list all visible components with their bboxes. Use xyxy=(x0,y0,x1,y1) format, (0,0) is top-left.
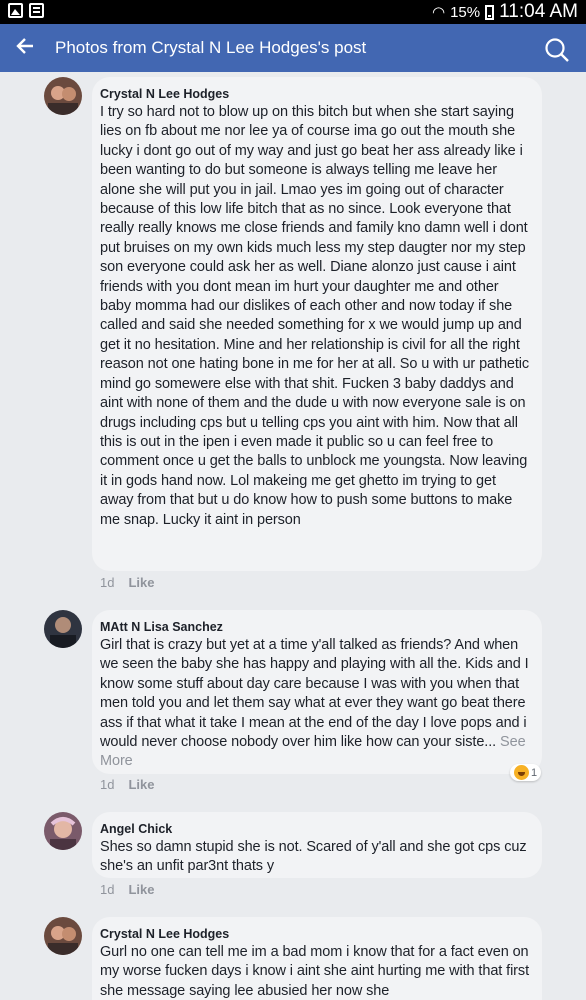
comment-time: 1d xyxy=(100,575,115,590)
comment-text: Gurl no one can tell me im a bad mom i k… xyxy=(100,944,529,999)
avatar[interactable] xyxy=(44,917,82,955)
battery-percent: 15% xyxy=(450,3,481,21)
comment-text: Girl that is crazy but yet at a time y'a… xyxy=(100,637,529,770)
reaction-count: 1 xyxy=(531,766,538,779)
wifi-icon: ◠ xyxy=(432,4,446,21)
gallery-notification-icon xyxy=(8,3,23,18)
comment-actions: 1d Like xyxy=(100,882,154,897)
comment-actions: 1d Like xyxy=(100,777,154,792)
like-button[interactable]: Like xyxy=(128,777,154,792)
back-arrow-icon[interactable] xyxy=(16,36,34,60)
comment-actions: 1d Like xyxy=(100,575,154,590)
comment-text: Shes so damn stupid she is not. Scared o… xyxy=(100,839,527,875)
haha-emoji-icon xyxy=(514,765,529,780)
comment-time: 1d xyxy=(100,882,115,897)
comments-list: Crystal N Lee Hodges I try so hard not t… xyxy=(0,72,586,1000)
comment-text: I try so hard not to blow up on this bit… xyxy=(100,104,530,528)
avatar[interactable] xyxy=(44,610,82,648)
battery-icon xyxy=(485,4,495,20)
avatar[interactable] xyxy=(44,812,82,850)
search-icon[interactable] xyxy=(544,37,570,63)
app-bar: Photos from Crystal N Lee Hodges's post xyxy=(0,24,586,72)
page-title: Photos from Crystal N Lee Hodges's post xyxy=(55,38,367,57)
like-button[interactable]: Like xyxy=(128,575,154,590)
comment-author[interactable]: Crystal N Lee Hodges xyxy=(100,87,532,102)
comment-time: 1d xyxy=(100,777,115,792)
comment-author[interactable]: MAtt N Lisa Sanchez xyxy=(100,620,532,635)
comment-bubble: MAtt N Lisa Sanchez Girl that is crazy b… xyxy=(92,610,542,774)
like-button[interactable]: Like xyxy=(128,882,154,897)
comment-bubble: Angel Chick Shes so damn stupid she is n… xyxy=(92,812,542,878)
avatar[interactable] xyxy=(44,77,82,115)
comment-author[interactable]: Crystal N Lee Hodges xyxy=(100,927,532,942)
notification-icons xyxy=(8,3,44,18)
reaction-summary[interactable]: 1 xyxy=(510,764,542,781)
comment-bubble: Crystal N Lee Hodges Gurl no one can tel… xyxy=(92,917,542,1000)
comment-bubble: Crystal N Lee Hodges I try so hard not t… xyxy=(92,77,542,571)
status-bar: ◠ 15% 11:04 AM xyxy=(0,0,586,24)
clock: 11:04 AM xyxy=(499,1,578,22)
card-notification-icon xyxy=(29,3,44,18)
comment-author[interactable]: Angel Chick xyxy=(100,822,532,837)
